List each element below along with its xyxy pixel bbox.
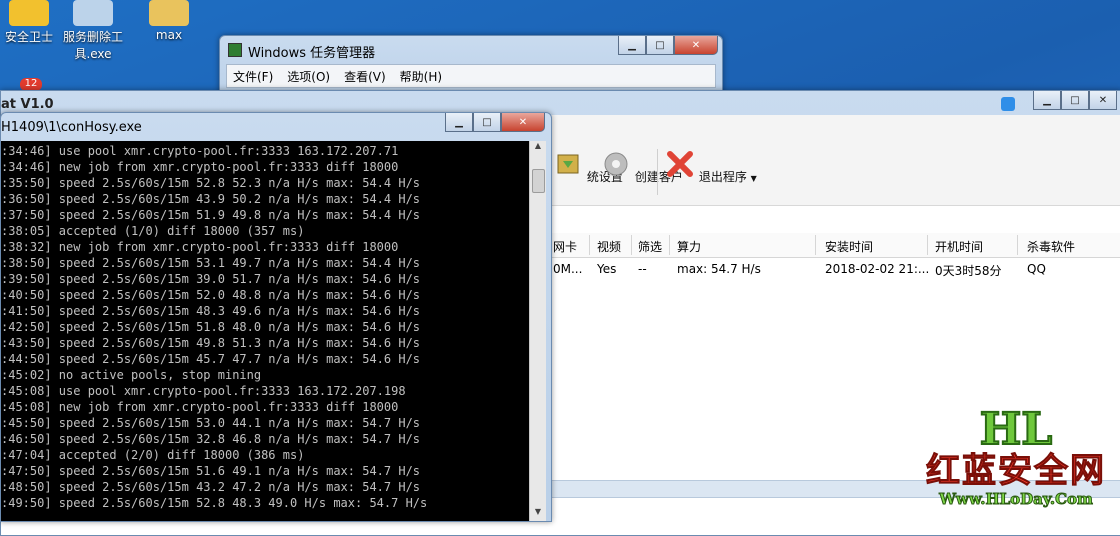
menu-file[interactable]: 文件(F) [233,68,273,85]
settings-box-icon [557,154,579,174]
desktop-icon-label: 安全卫士 [4,30,53,44]
list-item[interactable]: 0M... Yes -- max: 54.7 H/s 2018-02-02 21… [549,257,1120,279]
desktop-icon-service-remover[interactable]: 服务删除工具.exe [56,0,130,62]
chevron-down-icon: ▼ [750,174,757,183]
folder-icon [149,0,189,26]
watermark-hl: HL [979,404,1054,455]
cell-uptime: 0天3时58分 [935,264,1002,278]
close-button[interactable]: ✕ [1089,91,1117,110]
console-line: :34:46] use pool xmr.crypto-pool.fr:3333… [1,144,399,158]
cell-nic: 0M... [553,262,583,276]
toolbar: 统设置 创建客户 退出程序 ▼ [549,115,1120,206]
console-window: H1409\1\conHosy.exe ▁ □ ✕ :34:46] use po… [0,112,552,522]
vertical-scrollbar[interactable]: ▲ ▼ [529,141,546,521]
maximize-button[interactable]: □ [473,113,501,132]
console-line: :47:50] speed 2.5s/60s/15m 51.6 49.1 n/a… [1,464,421,478]
desktop-icon-label: max [155,28,183,42]
menu-bar: 文件(F) 选项(O) 查看(V) 帮助(H) [226,64,716,88]
console-line: :38:50] speed 2.5s/60s/15m 53.1 49.7 n/a… [1,256,421,270]
watermark-logo: HL 红蓝安全网 Www.HLoDay.Com [916,404,1116,509]
gear-icon [73,0,113,26]
console-line: :41:50] speed 2.5s/60s/15m 48.3 49.6 n/a… [1,304,421,318]
column-header[interactable]: 杀毒软件 [1027,238,1075,255]
gear-icon [604,152,628,176]
console-line: :48:50] speed 2.5s/60s/15m 43.2 47.2 n/a… [1,480,421,494]
console-line: :38:32] new job from xmr.crypto-pool.fr:… [1,240,399,254]
minimize-button[interactable]: ▁ [445,113,473,132]
cell-install-time: 2018-02-02 21:... [825,262,930,276]
close-button[interactable]: ✕ [501,113,545,132]
cell-filter: -- [638,262,647,276]
taskmgr-app-icon [228,43,242,57]
console-text: :34:46] use pool xmr.crypto-pool.fr:3333… [1,141,529,511]
exit-button[interactable]: 退出程序 ▼ [665,149,757,185]
column-header[interactable]: 开机时间 [935,238,983,255]
column-header[interactable]: 网卡 [553,238,577,255]
column-header[interactable]: 视频 [597,238,621,255]
console-line: :44:50] speed 2.5s/60s/15m 45.7 47.7 n/a… [1,352,421,366]
shield-icon [9,0,49,26]
list-header: 网卡 视频 筛选 算力 安装时间 开机时间 杀毒软件 [549,233,1120,258]
watermark-name: 红蓝安全网 [926,451,1106,491]
maximize-button[interactable]: □ [1061,91,1089,110]
column-header[interactable]: 算力 [677,238,701,255]
window-title: Windows 任务管理器 [248,46,376,61]
console-line: :49:50] speed 2.5s/60s/15m 52.8 48.3 49.… [1,496,428,510]
console-line: :35:50] speed 2.5s/60s/15m 52.8 52.3 n/a… [1,176,421,190]
console-line: :47:04] accepted (2/0) diff 18000 (386 m… [1,448,305,462]
console-line: :42:50] speed 2.5s/60s/15m 51.8 48.0 n/a… [1,320,421,334]
cell-video: Yes [597,262,617,276]
console-line: :46:50] speed 2.5s/60s/15m 32.8 46.8 n/a… [1,432,421,446]
console-line: :40:50] speed 2.5s/60s/15m 52.0 48.8 n/a… [1,288,421,302]
console-line: :36:50] speed 2.5s/60s/15m 43.9 50.2 n/a… [1,192,421,206]
close-icon [667,151,693,177]
maximize-button[interactable]: □ [646,36,674,55]
window-title: H1409\1\conHosy.exe [1,120,142,135]
console-line: :45:08] new job from xmr.crypto-pool.fr:… [1,400,399,414]
minimize-button[interactable]: ▁ [1033,91,1061,110]
console-line: :45:08] use pool xmr.crypto-pool.fr:3333… [1,384,406,398]
window-title: at V1.0 [1,97,54,112]
menu-view[interactable]: 查看(V) [344,68,386,85]
console-line: :38:05] accepted (1/0) diff 18000 (357 m… [1,224,305,238]
scroll-down-arrow-icon[interactable]: ▼ [530,507,546,521]
console-line: :43:50] speed 2.5s/60s/15m 49.8 51.3 n/a… [1,336,421,350]
cell-hashrate: max: 54.7 H/s [677,262,761,276]
console-line: :34:46] new job from xmr.crypto-pool.fr:… [1,160,399,174]
watermark-url: Www.HLoDay.Com [939,490,1094,509]
console-line: :39:50] speed 2.5s/60s/15m 39.0 51.7 n/a… [1,272,421,286]
tool-label: 退出程序 [698,170,747,184]
desktop-icon-label: 服务删除工具.exe [62,30,123,61]
app-icon [1001,97,1015,111]
console-line: :45:50] speed 2.5s/60s/15m 53.0 44.1 n/a… [1,416,421,430]
toolbar-separator [657,149,658,195]
console-line: :37:50] speed 2.5s/60s/15m 51.9 49.8 n/a… [1,208,421,222]
desktop-icon-max[interactable]: max [134,0,204,42]
cell-antivirus: QQ [1027,262,1046,276]
column-header[interactable]: 安装时间 [825,238,873,255]
close-button[interactable]: ✕ [674,36,718,55]
scroll-thumb[interactable] [532,169,545,193]
scroll-up-arrow-icon[interactable]: ▲ [530,141,546,155]
column-header[interactable]: 筛选 [638,238,662,255]
console-line: :45:02] no active pools, stop mining [1,368,262,382]
menu-help[interactable]: 帮助(H) [400,68,442,85]
menu-options[interactable]: 选项(O) [287,68,330,85]
minimize-button[interactable]: ▁ [618,36,646,55]
desktop-icon-security[interactable]: 安全卫士 [0,0,64,45]
console-output: :34:46] use pool xmr.crypto-pool.fr:3333… [1,141,529,521]
